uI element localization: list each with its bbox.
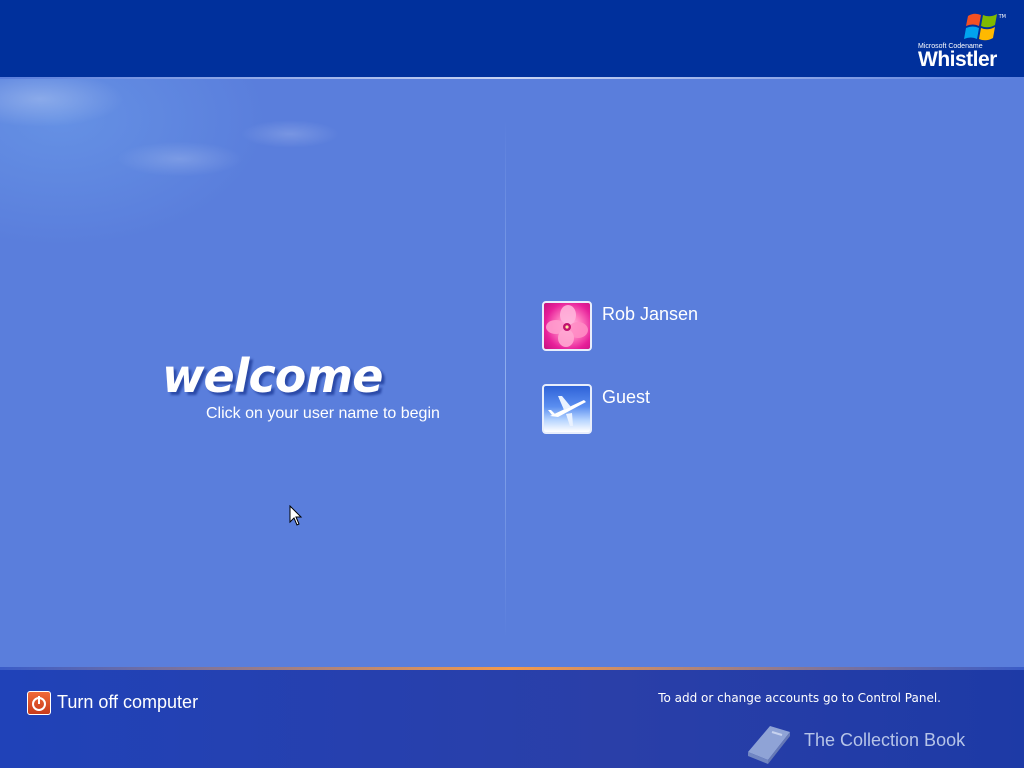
watermark: The Collection Book	[742, 718, 1002, 766]
accounts-hint-text: To add or change accounts go to Control …	[658, 691, 941, 705]
flower-icon	[546, 305, 588, 347]
user-name-label: Guest	[602, 387, 651, 407]
power-icon	[27, 691, 51, 715]
watermark-text: The Collection Book	[804, 730, 966, 750]
turn-off-label: Turn off computer	[57, 692, 199, 712]
user-tile-guest[interactable]: Guest	[542, 384, 842, 438]
welcome-subtitle: Click on your user name to begin	[206, 405, 440, 422]
bottom-bar: Turn off computer To add or change accou…	[0, 670, 1024, 768]
airplane-picture	[542, 384, 592, 434]
airplane-icon	[548, 396, 586, 426]
pink-flower-picture	[542, 301, 592, 351]
windows-flag-icon	[964, 13, 997, 41]
main-panel: welcome Click on your user name to begin…	[0, 79, 1024, 668]
brand-title: Whistler	[918, 48, 997, 71]
sky-background	[0, 79, 500, 299]
whistler-logo: TM Microsoft Codename Whistler	[918, 8, 1006, 72]
mouse-pointer-icon	[289, 505, 303, 526]
trademark-label: TM	[998, 14, 1006, 20]
book-icon	[748, 726, 790, 764]
user-name-label: Rob Jansen	[602, 304, 699, 324]
top-bar: TM Microsoft Codename Whistler	[0, 0, 1024, 77]
panel-divider	[505, 119, 506, 639]
user-tile-rob-jansen[interactable]: Rob Jansen	[542, 301, 842, 355]
welcome-title: welcome	[162, 349, 383, 403]
